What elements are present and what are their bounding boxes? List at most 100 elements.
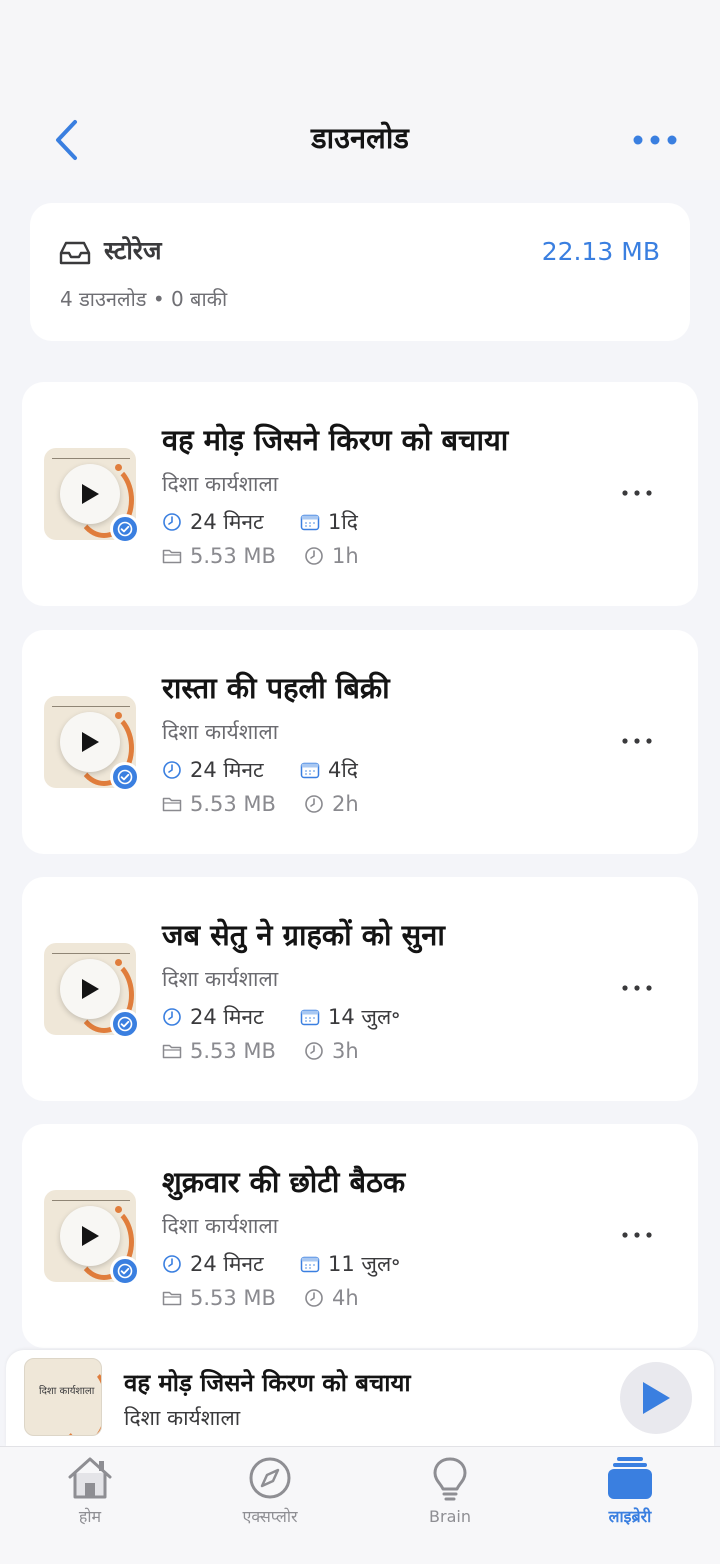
episode-more-button[interactable] [620,973,654,1003]
date-text: 11 जुल॰ [328,1252,401,1276]
episode-meta-row: 24 मिनट [162,508,264,536]
home-icon [68,1457,112,1499]
tab-library-label: लाइब्रेरी [608,1507,652,1526]
calendar-icon [300,762,320,779]
inbox-tray-icon [59,241,91,265]
episode-artwork [44,1190,140,1286]
episode-title: वह मोड़ जिसने किरण को बचाया [162,423,509,457]
tab-library[interactable]: लाइब्रेरी [570,1455,690,1535]
storage-summary-card: स्टोरेज 22.13 MB 4 डाउनलोड • 0 बाकी [30,203,690,341]
episode-card[interactable]: जब सेतु ने ग्राहकों को सुना दिशा कार्यशा… [22,877,698,1101]
tab-explore[interactable]: एक्सप्लोर [210,1455,330,1535]
episode-title: जब सेतु ने ग्राहकों को सुना [162,918,445,952]
tab-explore-label: एक्सप्लोर [242,1507,298,1526]
episode-more-button[interactable] [620,478,654,508]
file-size-text: 5.53 MB [190,1039,276,1063]
duration: 24 मिनट [162,1250,264,1278]
duration-text: 24 मिनट [190,758,264,782]
episode-play-button[interactable] [60,1206,120,1266]
mini-player-title: वह मोड़ जिसने किरण को बचाया [124,1369,411,1397]
library-icon [608,1457,652,1499]
duration-text: 24 मिनट [190,510,264,534]
storage-subtitle: 4 डाउनलोड • 0 बाकी [60,287,228,311]
more-horizontal-icon [622,985,652,991]
duration: 24 मिनट [162,756,264,784]
episode-card[interactable]: रास्ता की पहली बिक्री दिशा कार्यशाला 24 … [22,630,698,854]
mini-player-play-button[interactable] [620,1362,692,1434]
duration: 24 मिनट [162,508,264,536]
file-size-text: 5.53 MB [190,544,276,568]
bottom-tab-bar: होम एक्सप्लोर Brain लाइब्रेरी [0,1446,720,1564]
play-icon [643,1382,670,1414]
time-ago-text: 2h [332,792,359,816]
play-icon [82,484,99,504]
episode-date: 14 जुल॰ [300,1003,400,1031]
date-text: 14 जुल॰ [328,1005,401,1029]
clock-icon [305,1289,323,1307]
lightbulb-icon [433,1457,467,1501]
play-icon [82,1226,99,1246]
episode-meta-row: 24 मिनट [162,1250,264,1278]
episode-meta-row: 24 मिनट [162,1003,264,1031]
duration-text: 24 मिनट [190,1252,264,1276]
episode-file-row: 5.53 MB [162,792,276,816]
time-ago-text: 1h [332,544,359,568]
calendar-icon [300,514,320,531]
episode-author: दिशा कार्यशाला [162,1214,279,1238]
play-icon [82,732,99,752]
clock-icon [163,1255,181,1273]
episode-card[interactable]: शुक्रवार की छोटी बैठक दिशा कार्यशाला 24 … [22,1124,698,1348]
time-ago-text: 3h [332,1039,359,1063]
episode-time-ago: 2h [304,792,359,816]
clock-icon [305,1042,323,1060]
page-title: डाउनलोड [311,121,409,155]
episode-more-button[interactable] [620,1220,654,1250]
episode-file-row: 5.53 MB [162,1286,276,1310]
episode-time-ago: 4h [304,1286,359,1310]
mini-player-artwork: दिशा कार्यशाला [24,1358,102,1436]
artwork-title: दिशा कार्यशाला [39,1386,95,1397]
downloaded-check-icon [110,1009,140,1039]
calendar-icon [300,1009,320,1026]
episode-play-button[interactable] [60,959,120,1019]
play-icon [82,979,99,999]
episode-time-ago: 3h [304,1039,359,1063]
file-size-text: 5.53 MB [190,1286,276,1310]
episode-play-button[interactable] [60,464,120,524]
clock-icon [305,547,323,565]
episode-date: 11 जुल॰ [300,1250,400,1278]
episode-time-ago: 1h [304,544,359,568]
episode-title: शुक्रवार की छोटी बैठक [162,1165,406,1199]
tab-brain[interactable]: Brain [390,1455,510,1535]
time-ago-text: 4h [332,1286,359,1310]
folder-icon [162,797,182,812]
episode-date: 4दि [300,756,358,784]
episode-artwork [44,696,140,792]
clock-icon [163,513,181,531]
clock-icon [163,761,181,779]
episode-file-row: 5.53 MB [162,1039,276,1063]
episode-date: 1दि [300,508,358,536]
episode-author: दिशा कार्यशाला [162,967,279,991]
tab-brain-label: Brain [429,1507,471,1526]
clock-icon [163,1008,181,1026]
episode-author: दिशा कार्यशाला [162,720,279,744]
folder-icon [162,1291,182,1306]
mini-player[interactable]: दिशा कार्यशाला वह मोड़ जिसने किरण को बचा… [6,1350,714,1446]
episode-artwork [44,943,140,1039]
tab-home[interactable]: होम [30,1455,150,1535]
episode-play-button[interactable] [60,712,120,772]
file-size-text: 5.53 MB [190,792,276,816]
episode-title: रास्ता की पहली बिक्री [162,671,390,705]
downloaded-check-icon [110,1256,140,1286]
episode-card[interactable]: वह मोड़ जिसने किरण को बचाया दिशा कार्यशा… [22,382,698,606]
more-horizontal-icon [622,1232,652,1238]
more-horizontal-icon [622,738,652,744]
more-options-button[interactable] [630,124,680,156]
downloaded-check-icon [110,514,140,544]
folder-icon [162,549,182,564]
compass-icon [249,1457,291,1499]
storage-size: 22.13 MB [541,237,660,266]
episode-more-button[interactable] [620,726,654,756]
episode-file-row: 5.53 MB [162,544,276,568]
